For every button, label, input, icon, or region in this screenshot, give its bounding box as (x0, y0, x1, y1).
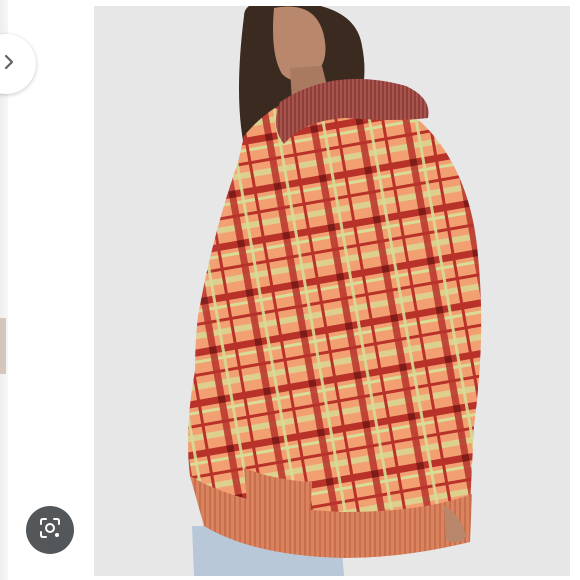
sweater-photo-illustration (94, 6, 570, 576)
previous-image-thumbnail-sliver[interactable] (0, 318, 6, 374)
next-image-button[interactable] (0, 34, 36, 94)
product-photo (94, 6, 570, 576)
image-search-button[interactable] (26, 506, 74, 554)
chevron-right-icon (4, 54, 14, 75)
image-viewer (0, 0, 580, 580)
lens-icon (38, 516, 62, 545)
